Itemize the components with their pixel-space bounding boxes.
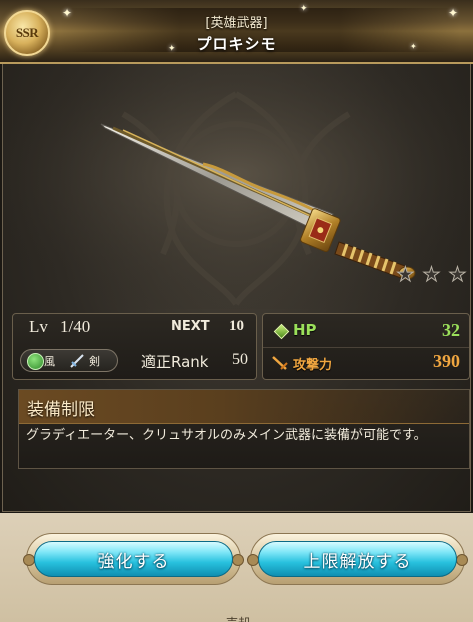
restriction-header: 装備制限: [19, 390, 469, 424]
level-value: 1/40: [60, 317, 91, 336]
next-value: 10: [229, 318, 244, 334]
attack-value: 390: [433, 351, 460, 371]
rank-label: 適正Rank: [141, 353, 209, 371]
weapon-detail-screen: ✦ ✦ ✦ ✦ ✦ SSR [英雄武器] プロキシモ ★ ★ ★ Lv 1/40…: [0, 0, 473, 622]
level-label: Lv: [29, 317, 48, 336]
upgrade-button-label: 強化する: [97, 551, 170, 572]
attack-sword-icon: [272, 356, 288, 370]
weapon-name: プロキシモ: [196, 35, 277, 53]
hp-label: HP: [293, 321, 317, 339]
sell-label-partial[interactable]: 売却: [226, 614, 250, 622]
weapon-kind-label: 剣: [89, 355, 100, 368]
sword-type-icon: [70, 354, 84, 368]
level-panel: Lv 1/40 NEXT 10 風 剣 適正Rank 50: [12, 313, 257, 380]
hp-diamond-icon: [273, 323, 290, 340]
rank-value: 50: [232, 351, 248, 368]
header-banner: ✦ ✦ ✦ ✦ ✦ SSR [英雄武器] プロキシモ: [0, 0, 473, 64]
uncap-button-label: 上限解放する: [303, 551, 412, 572]
next-label: NEXT: [171, 319, 210, 334]
star-icon: ★: [422, 262, 441, 286]
hp-row: HP 32: [263, 316, 469, 346]
star-rating: ★ ★ ★: [394, 262, 467, 286]
upgrade-button[interactable]: 強化する: [23, 533, 244, 585]
attack-label: 攻撃力: [293, 358, 333, 373]
weapon-type-label: [英雄武器]: [205, 16, 268, 31]
element-type-pill: 風 剣: [20, 349, 118, 372]
hp-value: 32: [442, 320, 460, 340]
element-label: 風: [44, 355, 55, 368]
restriction-text: グラディエーター、クリュサオルのみメイン武器に装備が可能です。: [26, 428, 427, 443]
attack-row: 攻撃力 390: [263, 347, 469, 378]
restriction-title: 装備制限: [27, 400, 95, 420]
equip-restriction-panel: 装備制限 グラディエーター、クリュサオルのみメイン武器に装備が可能です。: [18, 389, 470, 469]
uncap-button[interactable]: 上限解放する: [247, 533, 468, 585]
star-icon: ★: [396, 262, 415, 286]
stats-panel: HP 32 攻撃力 390: [262, 313, 470, 380]
star-icon: ★: [448, 262, 467, 286]
wind-element-icon: [27, 353, 44, 370]
